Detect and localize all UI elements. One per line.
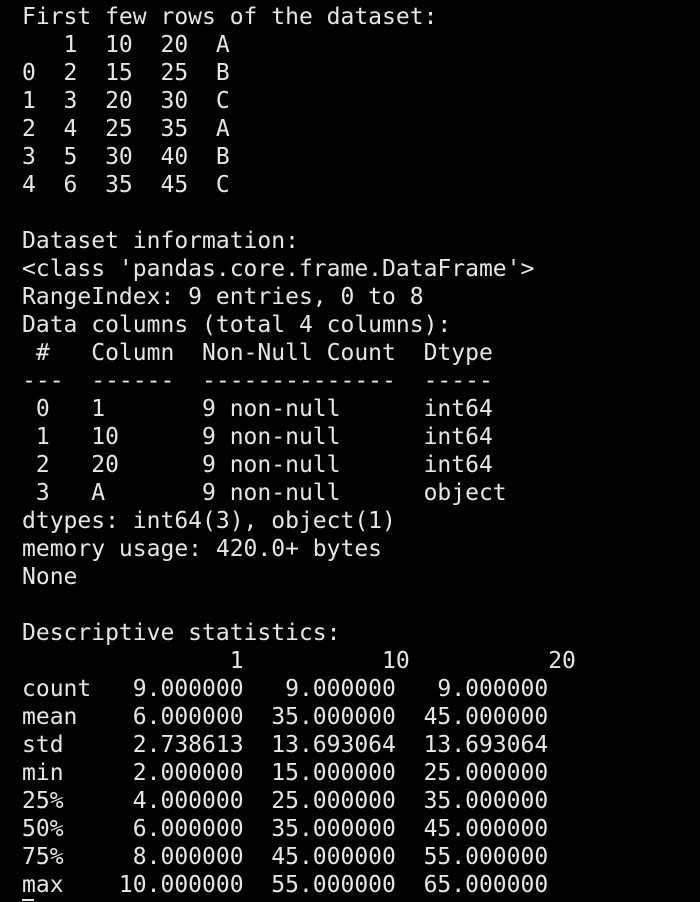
output-line: 3 5 30 40 B	[22, 144, 230, 170]
output-line: RangeIndex: 9 entries, 0 to 8	[22, 284, 424, 310]
output-line: Descriptive statistics:	[22, 620, 341, 646]
output-line: min 2.000000 15.000000 25.000000	[22, 760, 549, 786]
output-line: 25% 4.000000 25.000000 35.000000	[22, 788, 549, 814]
output-line: dtypes: int64(3), object(1)	[22, 508, 396, 534]
output-line: count 9.000000 9.000000 9.000000	[22, 676, 549, 702]
output-line: 3 A 9 non-null object	[22, 480, 507, 506]
output-line: 0 1 9 non-null int64	[22, 396, 493, 422]
top-edge	[0, 0, 700, 2]
output-line: 50% 6.000000 35.000000 45.000000	[22, 816, 549, 842]
output-line: # Column Non-Null Count Dtype	[22, 340, 493, 366]
output-line: max 10.000000 55.000000 65.000000	[22, 872, 549, 898]
output-line: std 2.738613 13.693064 13.693064	[22, 732, 549, 758]
output-line: 75% 8.000000 45.000000 55.000000	[22, 844, 549, 870]
cursor	[22, 899, 34, 901]
output-line: --- ------ -------------- -----	[22, 368, 493, 394]
output-line: Dataset information:	[22, 228, 299, 254]
output-line: <class 'pandas.core.frame.DataFrame'>	[22, 256, 535, 282]
output-line: First few rows of the dataset:	[22, 4, 438, 30]
output-line: 2 20 9 non-null int64	[22, 452, 493, 478]
output-line: 1 10 20	[22, 648, 576, 674]
output-line: memory usage: 420.0+ bytes	[22, 536, 383, 562]
output-line: 1 3 20 30 C	[22, 88, 230, 114]
terminal-window: First few rows of the dataset: 1 10 20 A…	[0, 0, 700, 902]
output-line: Data columns (total 4 columns):	[22, 312, 452, 338]
output-line: 1 10 20 A	[22, 32, 230, 58]
output-line: 2 4 25 35 A	[22, 116, 230, 142]
output-line: 0 2 15 25 B	[22, 60, 230, 86]
output-line: 4 6 35 45 C	[22, 172, 230, 198]
output-line: mean 6.000000 35.000000 45.000000	[22, 704, 549, 730]
output-line: None	[22, 564, 78, 590]
output-line: 1 10 9 non-null int64	[22, 424, 493, 450]
